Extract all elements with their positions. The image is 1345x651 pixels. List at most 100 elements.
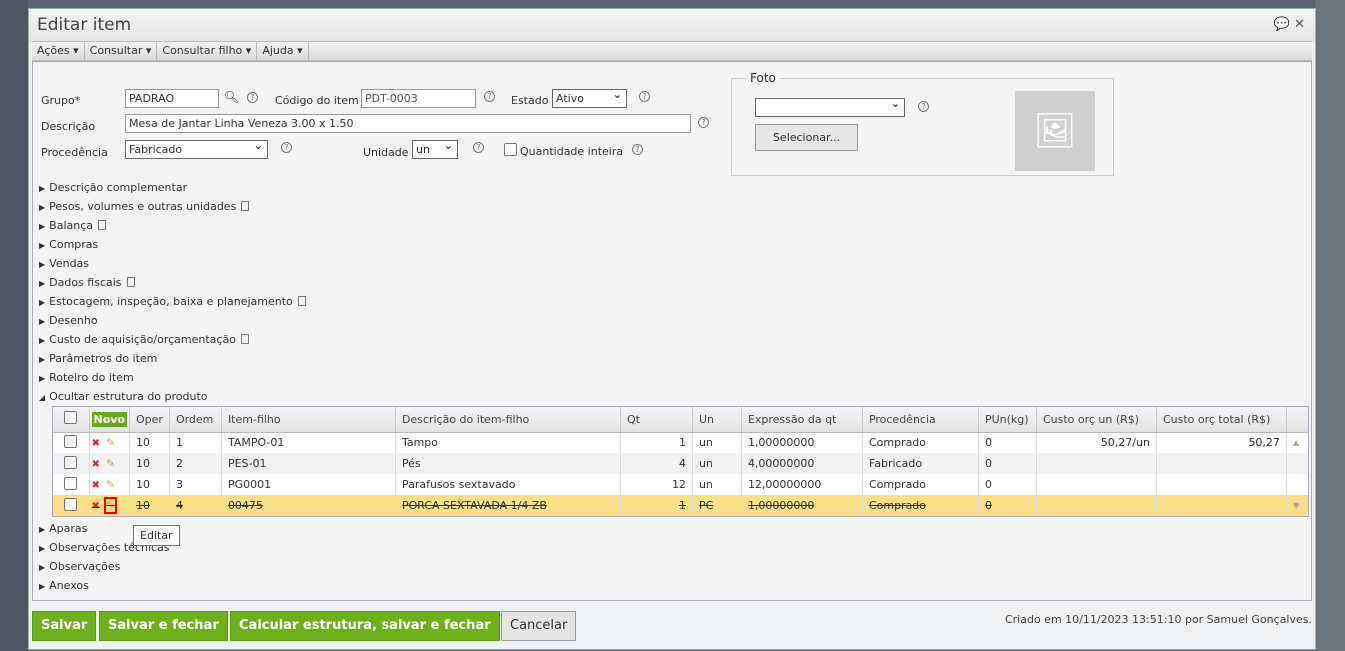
section-toggle[interactable]: ◢ Ocultar estrutura do produto: [39, 390, 208, 403]
section-toggle[interactable]: ▶ Desenho: [39, 314, 98, 327]
col-ordem[interactable]: Ordem: [169, 407, 222, 433]
delete-icon[interactable]: ✖: [92, 480, 100, 491]
col-custo-total[interactable]: Custo orç total (R$): [1156, 407, 1287, 433]
cell: 3: [169, 474, 222, 495]
cell: 50,27: [1156, 432, 1287, 453]
col-procedencia[interactable]: Procedência: [862, 407, 979, 433]
table-row[interactable]: ✖ ✎ 10 3 PG0001 Parafusos sextavado 12 un 12,000…: [53, 474, 1308, 495]
col-qt[interactable]: Qt: [620, 407, 693, 433]
row-checkbox[interactable]: [64, 455, 78, 469]
row-checkbox[interactable]: [64, 497, 78, 511]
scrollbar[interactable]: [1286, 474, 1308, 495]
triangle-right-icon: ▶: [39, 241, 46, 250]
row-checkbox[interactable]: [64, 476, 78, 490]
col-expressao[interactable]: Expressão da qt: [741, 407, 863, 433]
cell: 1: [620, 495, 693, 516]
section-toggle[interactable]: ▶ Observações: [39, 560, 120, 573]
col-un[interactable]: Un: [692, 407, 742, 433]
delete-icon[interactable]: ✖: [92, 501, 100, 512]
selecionar-foto-button[interactable]: Selecionar...: [755, 124, 858, 151]
edit-pencil-icon[interactable]: ✎: [103, 497, 118, 514]
cell: 1: [169, 432, 222, 453]
estado-select[interactable]: Ativo: [552, 87, 627, 108]
col-item-filho[interactable]: Item-filho: [221, 407, 396, 433]
delete-icon[interactable]: ✖: [92, 438, 100, 449]
cell: 12,00000000: [741, 474, 863, 495]
novo-button[interactable]: Novo: [91, 411, 127, 427]
help-icon[interactable]: ?: [632, 144, 643, 155]
col-descricao[interactable]: Descrição do item-filho: [395, 407, 621, 433]
table-row[interactable]: ✖ ✎ 10 2 PES-01 Pés 4 un 4,00000000 Fabricado 0: [53, 453, 1308, 474]
cell: 0: [978, 474, 1037, 495]
document-icon: [297, 296, 306, 306]
triangle-right-icon: ▶: [39, 184, 46, 193]
help-icon[interactable]: ?: [918, 101, 929, 112]
image-placeholder-icon: 🖼︎: [1015, 91, 1095, 171]
col-oper[interactable]: Oper: [129, 407, 170, 433]
table-row[interactable]: ✖ ✎ 10 4 00475 PORCA SEXTAVADA 1/4 ZB 1 PC 1,000…: [53, 495, 1308, 516]
col-custo-un[interactable]: Custo orç un (R$): [1036, 407, 1157, 433]
search-icon[interactable]: 🔍︎: [224, 90, 239, 104]
row-checkbox[interactable]: [64, 434, 78, 448]
select-all-checkbox[interactable]: [64, 411, 78, 425]
foto-label: Foto: [746, 71, 780, 85]
section-toggle[interactable]: ▶ Pesos, volumes e outras unidades: [39, 200, 250, 213]
edit-item-dialog: Editar item 💬 ✕ Ações ▾ Consultar ▾ Cons…: [28, 8, 1316, 650]
menu-ajuda[interactable]: Ajuda ▾: [257, 42, 309, 60]
triangle-right-icon: ▶: [39, 317, 46, 326]
section-toggle[interactable]: ▶ Aparas: [39, 522, 87, 535]
section-toggle[interactable]: ▶ Balança: [39, 219, 107, 232]
section-toggle[interactable]: ▶ Compras: [39, 238, 98, 251]
foto-fieldset: Foto ? Selecionar... 🖼︎: [731, 71, 1114, 176]
help-icon[interactable]: ?: [247, 92, 258, 103]
help-icon[interactable]: ?: [281, 142, 292, 153]
descricao-input[interactable]: Mesa de Jantar Linha Veneza 3.00 x 1.50: [125, 114, 691, 133]
help-icon[interactable]: ?: [698, 117, 709, 128]
help-icon[interactable]: ?: [473, 142, 484, 153]
chat-icon[interactable]: 💬: [1274, 17, 1290, 32]
edit-pencil-icon[interactable]: ✎: [106, 457, 115, 470]
section-toggle[interactable]: ▶ Dados fiscais: [39, 276, 135, 289]
section-toggle[interactable]: ▶ Vendas: [39, 257, 89, 270]
section-toggle[interactable]: ▶ Roteiro do item: [39, 371, 134, 384]
grupo-input[interactable]: PADRAO: [125, 89, 219, 108]
scrollbar[interactable]: [1286, 453, 1308, 474]
quantidade-inteira-checkbox[interactable]: [504, 143, 517, 156]
section-toggle[interactable]: ▶ Estocagem, inspeção, baixa e planejamen…: [39, 295, 306, 308]
dialog-title: Editar item: [37, 15, 132, 35]
cell: Comprado: [862, 495, 979, 516]
procedencia-select[interactable]: Fabricado: [125, 138, 268, 159]
section-toggle[interactable]: ▶ Descrição complementar: [39, 181, 187, 194]
salvar-button[interactable]: Salvar: [32, 611, 97, 641]
unidade-select[interactable]: un: [412, 138, 458, 159]
scrollbar[interactable]: ▲: [1286, 432, 1308, 453]
cell: [1036, 495, 1157, 516]
close-icon[interactable]: ✕: [1294, 17, 1305, 32]
foto-select[interactable]: [755, 96, 905, 117]
delete-icon[interactable]: ✖: [92, 459, 100, 470]
scrollbar[interactable]: ▼: [1286, 495, 1308, 516]
help-icon[interactable]: ?: [484, 91, 495, 102]
cell: Parafusos sextavado: [395, 474, 621, 495]
codigo-input[interactable]: PDT-0003: [361, 89, 476, 108]
edit-pencil-icon[interactable]: ✎: [106, 436, 115, 449]
salvar-fechar-button[interactable]: Salvar e fechar: [99, 611, 228, 641]
section-toggle[interactable]: ▶ Anexos: [39, 579, 89, 592]
document-icon: [241, 201, 250, 211]
menu-consultar[interactable]: Consultar ▾: [85, 42, 158, 60]
cell: un: [692, 474, 742, 495]
cancelar-button[interactable]: Cancelar: [501, 611, 577, 641]
cell: [1036, 474, 1157, 495]
edit-pencil-icon[interactable]: ✎: [106, 478, 115, 491]
triangle-right-icon: ▶: [39, 525, 46, 534]
table-row[interactable]: ✖ ✎ 10 1 TAMPO-01 Tampo 1 un 1,00000000 Comprado 0…: [53, 432, 1308, 453]
help-icon[interactable]: ?: [639, 91, 650, 102]
menu-acoes[interactable]: Ações ▾: [32, 42, 85, 60]
col-pun[interactable]: PUn(kg): [978, 407, 1037, 433]
calcular-estrutura-button[interactable]: Calcular estrutura, salvar e fechar: [230, 611, 500, 641]
section-toggle[interactable]: ▶ Parâmetros do item: [39, 352, 157, 365]
cell: [1156, 474, 1287, 495]
cell: [1036, 453, 1157, 474]
menu-consultar-filho[interactable]: Consultar filho ▾: [157, 42, 258, 60]
section-toggle[interactable]: ▶ Custo de aquisição/orçamentação: [39, 333, 249, 346]
